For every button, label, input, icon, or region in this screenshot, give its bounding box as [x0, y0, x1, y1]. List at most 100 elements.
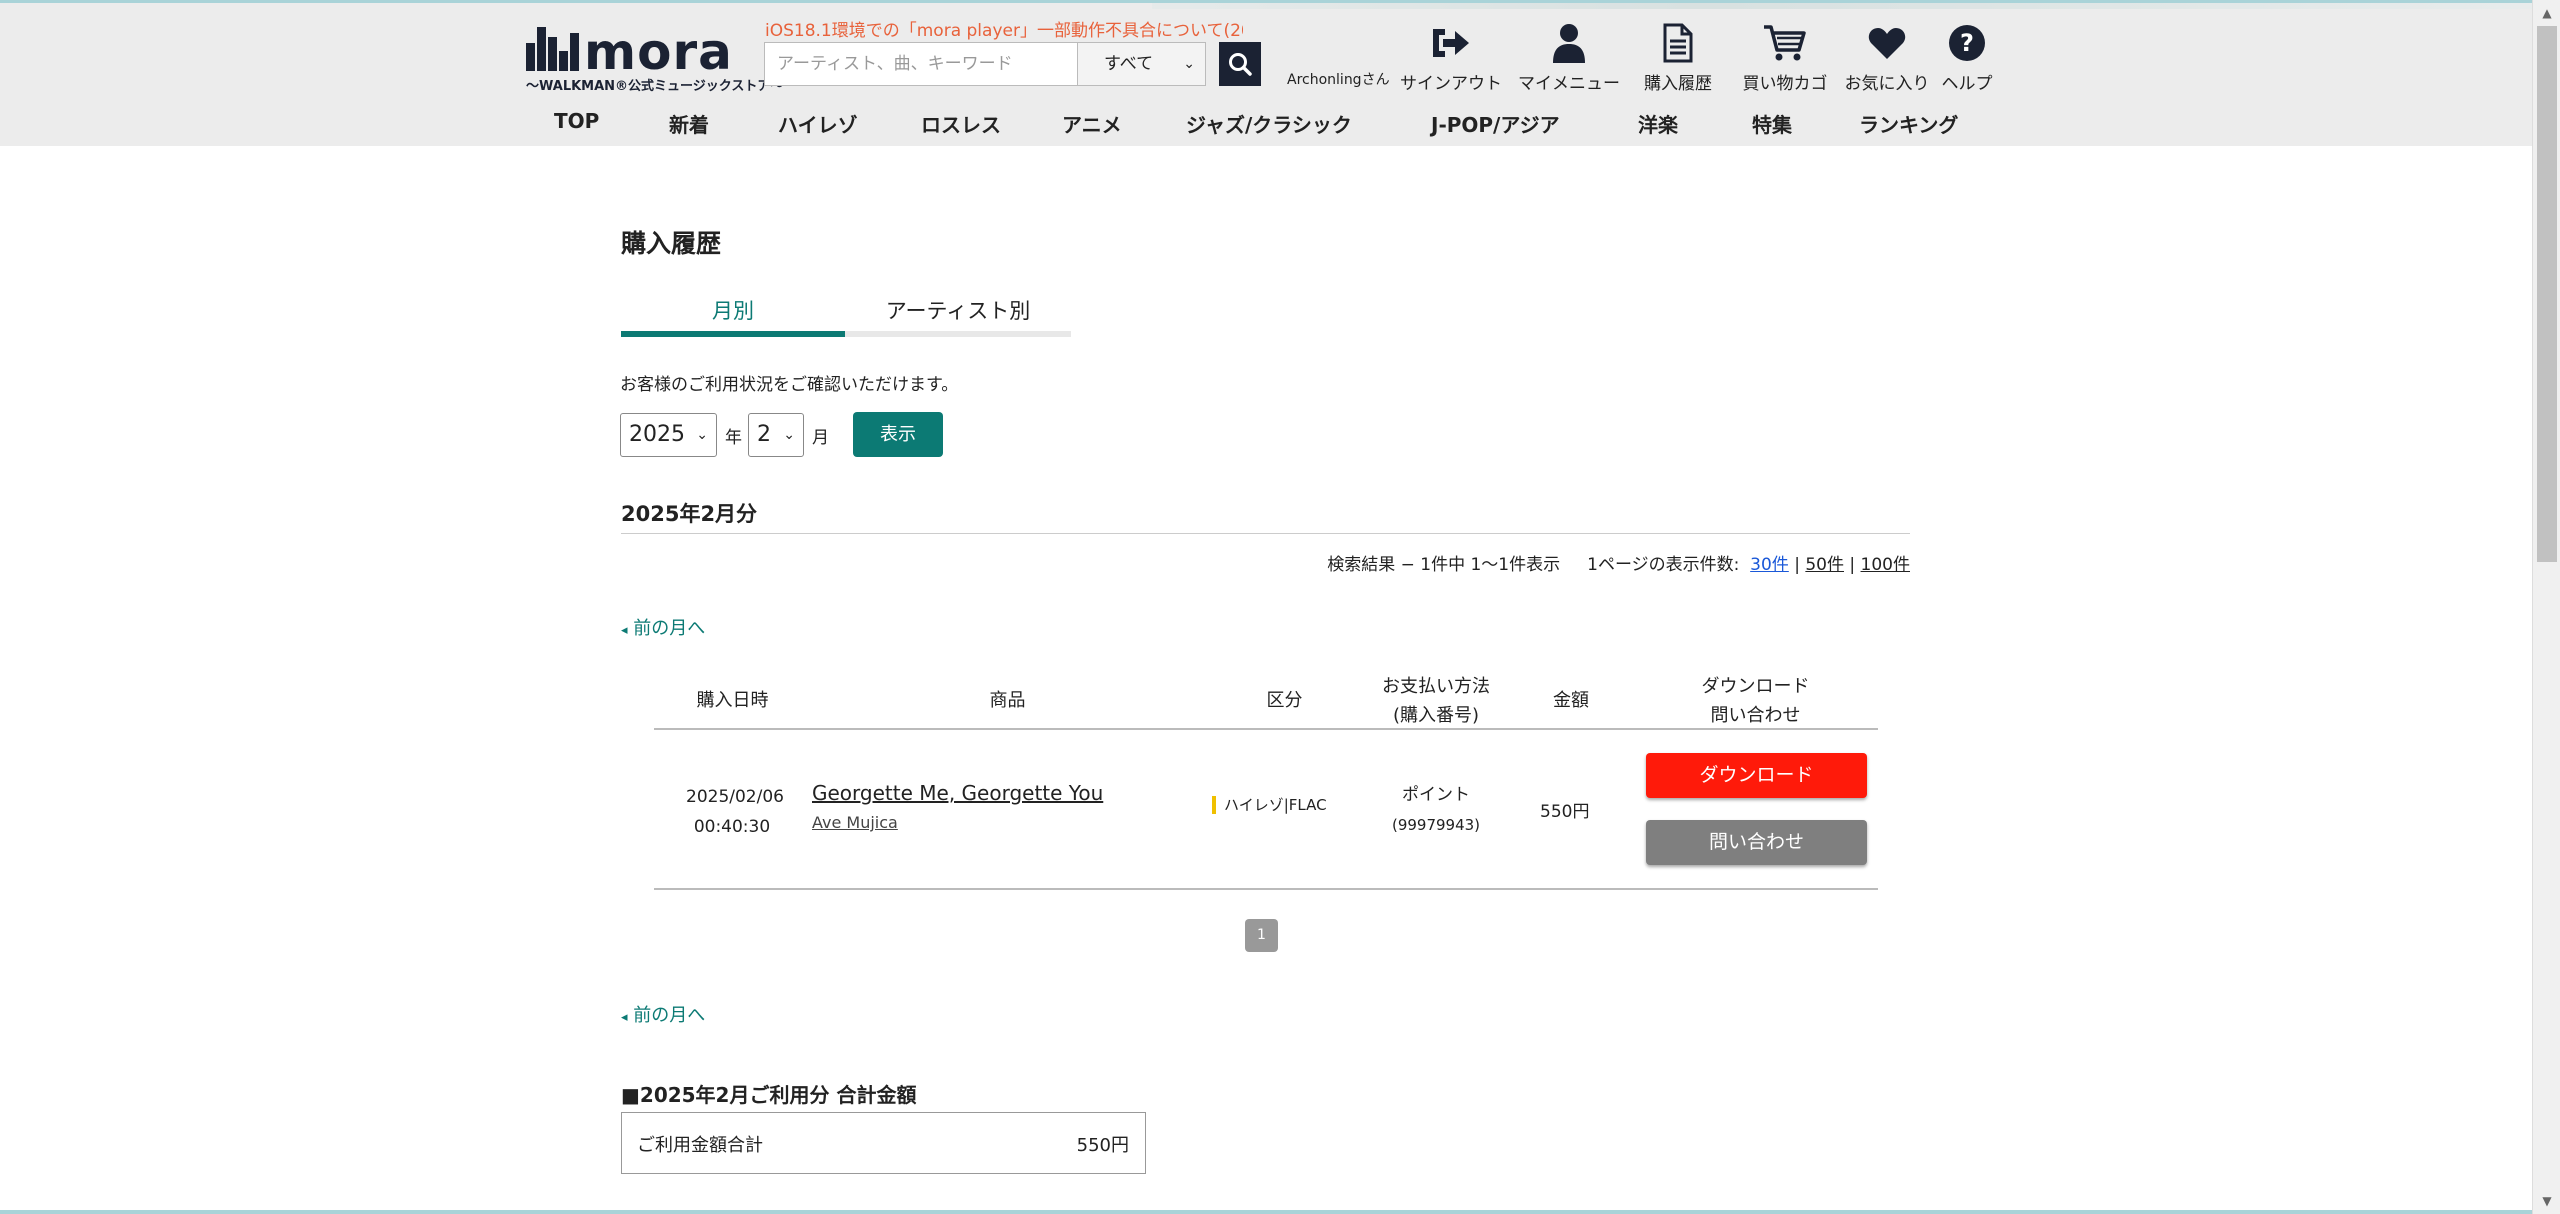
chevron-down-icon: ⌄ — [783, 427, 795, 443]
nav-hires[interactable]: ハイレゾ — [778, 109, 858, 138]
scrollbar-thumb[interactable] — [2537, 26, 2557, 562]
order-number: (99979943) — [1391, 816, 1481, 834]
nav-ranking[interactable]: ランキング — [1859, 109, 1958, 138]
prev-month-link-bottom[interactable]: ◂ 前の月へ — [621, 1001, 705, 1027]
result-summary: 検索結果 − 1件中 1〜1件表示 1ページの表示件数: 30件 | 50件 |… — [1327, 550, 1910, 575]
search-icon — [1229, 53, 1252, 76]
search-scope-value: すべて — [1104, 54, 1154, 74]
svg-text:?: ? — [1960, 29, 1974, 57]
search-button[interactable] — [1219, 42, 1261, 86]
month-select[interactable]: 2 ⌄ — [748, 413, 804, 457]
search-scope-select[interactable]: すべて ⌄ — [1078, 42, 1206, 86]
total-label: ご利用金額合計 — [637, 1135, 763, 1156]
prev-month-label: 前の月へ — [633, 1005, 706, 1026]
th-type: 区分 — [1266, 690, 1303, 711]
product-type: ハイレゾ|FLAC — [1212, 796, 1327, 814]
nav-western[interactable]: 洋楽 — [1638, 109, 1678, 138]
nav-jazz-classic[interactable]: ジャズ/クラシック — [1186, 109, 1352, 138]
th-download-line2: 問い合わせ — [1710, 705, 1801, 726]
cart-icon — [1763, 21, 1807, 65]
total-heading: ■2025年2月ご利用分 合計金額 — [621, 1083, 917, 1107]
show-button[interactable]: 表示 — [853, 412, 943, 457]
download-button[interactable]: ダウンロード — [1646, 753, 1867, 798]
inquiry-button[interactable]: 問い合わせ — [1646, 820, 1867, 865]
nav-features[interactable]: 特集 — [1752, 109, 1792, 138]
cart-link[interactable]: 買い物カゴ — [1738, 21, 1832, 94]
document-icon — [1656, 21, 1700, 65]
mymenu-label: マイメニュー — [1518, 74, 1620, 94]
purchase-time: 00:40:30 — [693, 817, 771, 837]
per-page-label: 1ページの表示件数: — [1587, 555, 1740, 575]
global-nav: TOP 新着 ハイレゾ ロスレス アニメ ジャズ/クラシック J-POP/アジア… — [0, 109, 2532, 149]
total-value: 550円 — [1076, 1135, 1129, 1156]
mymenu-link[interactable]: マイメニュー — [1517, 21, 1621, 94]
divider — [621, 533, 1910, 534]
tab-monthly[interactable]: 月別 — [621, 295, 845, 337]
scroll-up-icon[interactable]: ▲ — [2533, 6, 2560, 20]
mora-logo[interactable]: mora 〜WALKMAN®公式ミュージックストア〜 — [526, 23, 783, 94]
th-date: 購入日時 — [696, 690, 769, 711]
help-label: ヘルプ — [1941, 74, 1993, 94]
nav-anime[interactable]: アニメ — [1062, 109, 1122, 138]
prev-month-link-top[interactable]: ◂ 前の月へ — [621, 614, 705, 640]
th-payment: お支払い方法 (購入番号) — [1370, 672, 1502, 730]
th-download: ダウンロード 問い合わせ — [1698, 672, 1813, 730]
site-header: mora 〜WALKMAN®公式ミュージックストア〜 iOS18.1環境での「m… — [0, 0, 2532, 146]
product-title-link[interactable]: Georgette Me, Georgette You — [812, 781, 1103, 805]
triangle-left-icon: ◂ — [621, 1010, 628, 1025]
per-page-30[interactable]: 30件 — [1750, 555, 1789, 575]
logo-subtitle: 〜WALKMAN®公式ミュージックストア〜 — [526, 79, 784, 94]
scroll-down-icon[interactable]: ▼ — [2533, 1194, 2560, 1208]
tab-by-artist[interactable]: アーティスト別 — [845, 295, 1071, 337]
triangle-left-icon: ◂ — [621, 623, 628, 638]
logo-word: mora — [584, 23, 733, 81]
purchase-date: 2025/02/06 — [686, 787, 784, 807]
nav-jpop-asia[interactable]: J-POP/アジア — [1431, 109, 1560, 138]
total-box: ご利用金額合計 550円 — [621, 1112, 1146, 1174]
month-value: 2 — [757, 422, 771, 447]
cart-label: 買い物カゴ — [1742, 74, 1828, 94]
chevron-down-icon: ⌄ — [696, 427, 708, 443]
history-link[interactable]: 購入履歴 — [1636, 21, 1720, 94]
payment-method: ポイント (99979943) — [1370, 780, 1502, 840]
payment-type: ポイント — [1402, 785, 1470, 805]
pagination-current[interactable]: 1 — [1245, 919, 1278, 952]
table-header-rule — [654, 728, 1878, 730]
separator: | — [1849, 555, 1856, 575]
prev-month-label: 前の月へ — [633, 618, 706, 639]
amount: 550円 — [1540, 802, 1590, 822]
user-icon — [1547, 21, 1591, 65]
logo-bars-icon — [526, 27, 580, 71]
year-select[interactable]: 2025 ⌄ — [620, 413, 717, 457]
separator: | — [1794, 555, 1800, 575]
header-decoration — [1152, 3, 2532, 9]
nav-new[interactable]: 新着 — [669, 109, 709, 138]
nav-lossless[interactable]: ロスレス — [921, 109, 1001, 138]
month-heading: 2025年2月分 — [621, 502, 758, 526]
favorites-link[interactable]: お気に入り — [1843, 21, 1931, 94]
favorites-label: お気に入り — [1844, 74, 1930, 94]
th-product: 商品 — [989, 690, 1026, 711]
bottom-edge — [0, 1210, 2532, 1214]
per-page-100[interactable]: 100件 — [1861, 555, 1910, 575]
th-payment-line1: お支払い方法 — [1382, 676, 1490, 697]
signout-link[interactable]: サインアウト — [1400, 21, 1502, 94]
search-input[interactable]: アーティスト、曲、キーワード — [764, 42, 1078, 86]
purchase-datetime: 2025/02/06 00:40:30 — [686, 782, 784, 842]
signout-label: サインアウト — [1400, 74, 1502, 94]
month-unit: 月 — [812, 428, 829, 448]
help-link[interactable]: ? ヘルプ — [1938, 21, 1996, 94]
th-download-line1: ダウンロード — [1701, 676, 1810, 697]
vertical-scrollbar[interactable]: ▲ ▼ — [2532, 0, 2560, 1214]
year-value: 2025 — [629, 422, 685, 447]
nav-top[interactable]: TOP — [554, 109, 599, 133]
product-artist-link[interactable]: Ave Mujica — [812, 813, 898, 832]
per-page-50[interactable]: 50件 — [1805, 555, 1844, 575]
help-icon: ? — [1945, 21, 1989, 65]
th-amount: 金額 — [1553, 690, 1589, 711]
notice-link[interactable]: iOS18.1環境での「mora player」一部動作不具合について(202… — [765, 16, 1243, 41]
th-payment-line2: (購入番号) — [1392, 705, 1480, 726]
heart-icon — [1865, 21, 1909, 65]
intro-text: お客様のご利用状況をご確認いただけます。 — [620, 375, 959, 395]
year-unit: 年 — [725, 428, 742, 448]
